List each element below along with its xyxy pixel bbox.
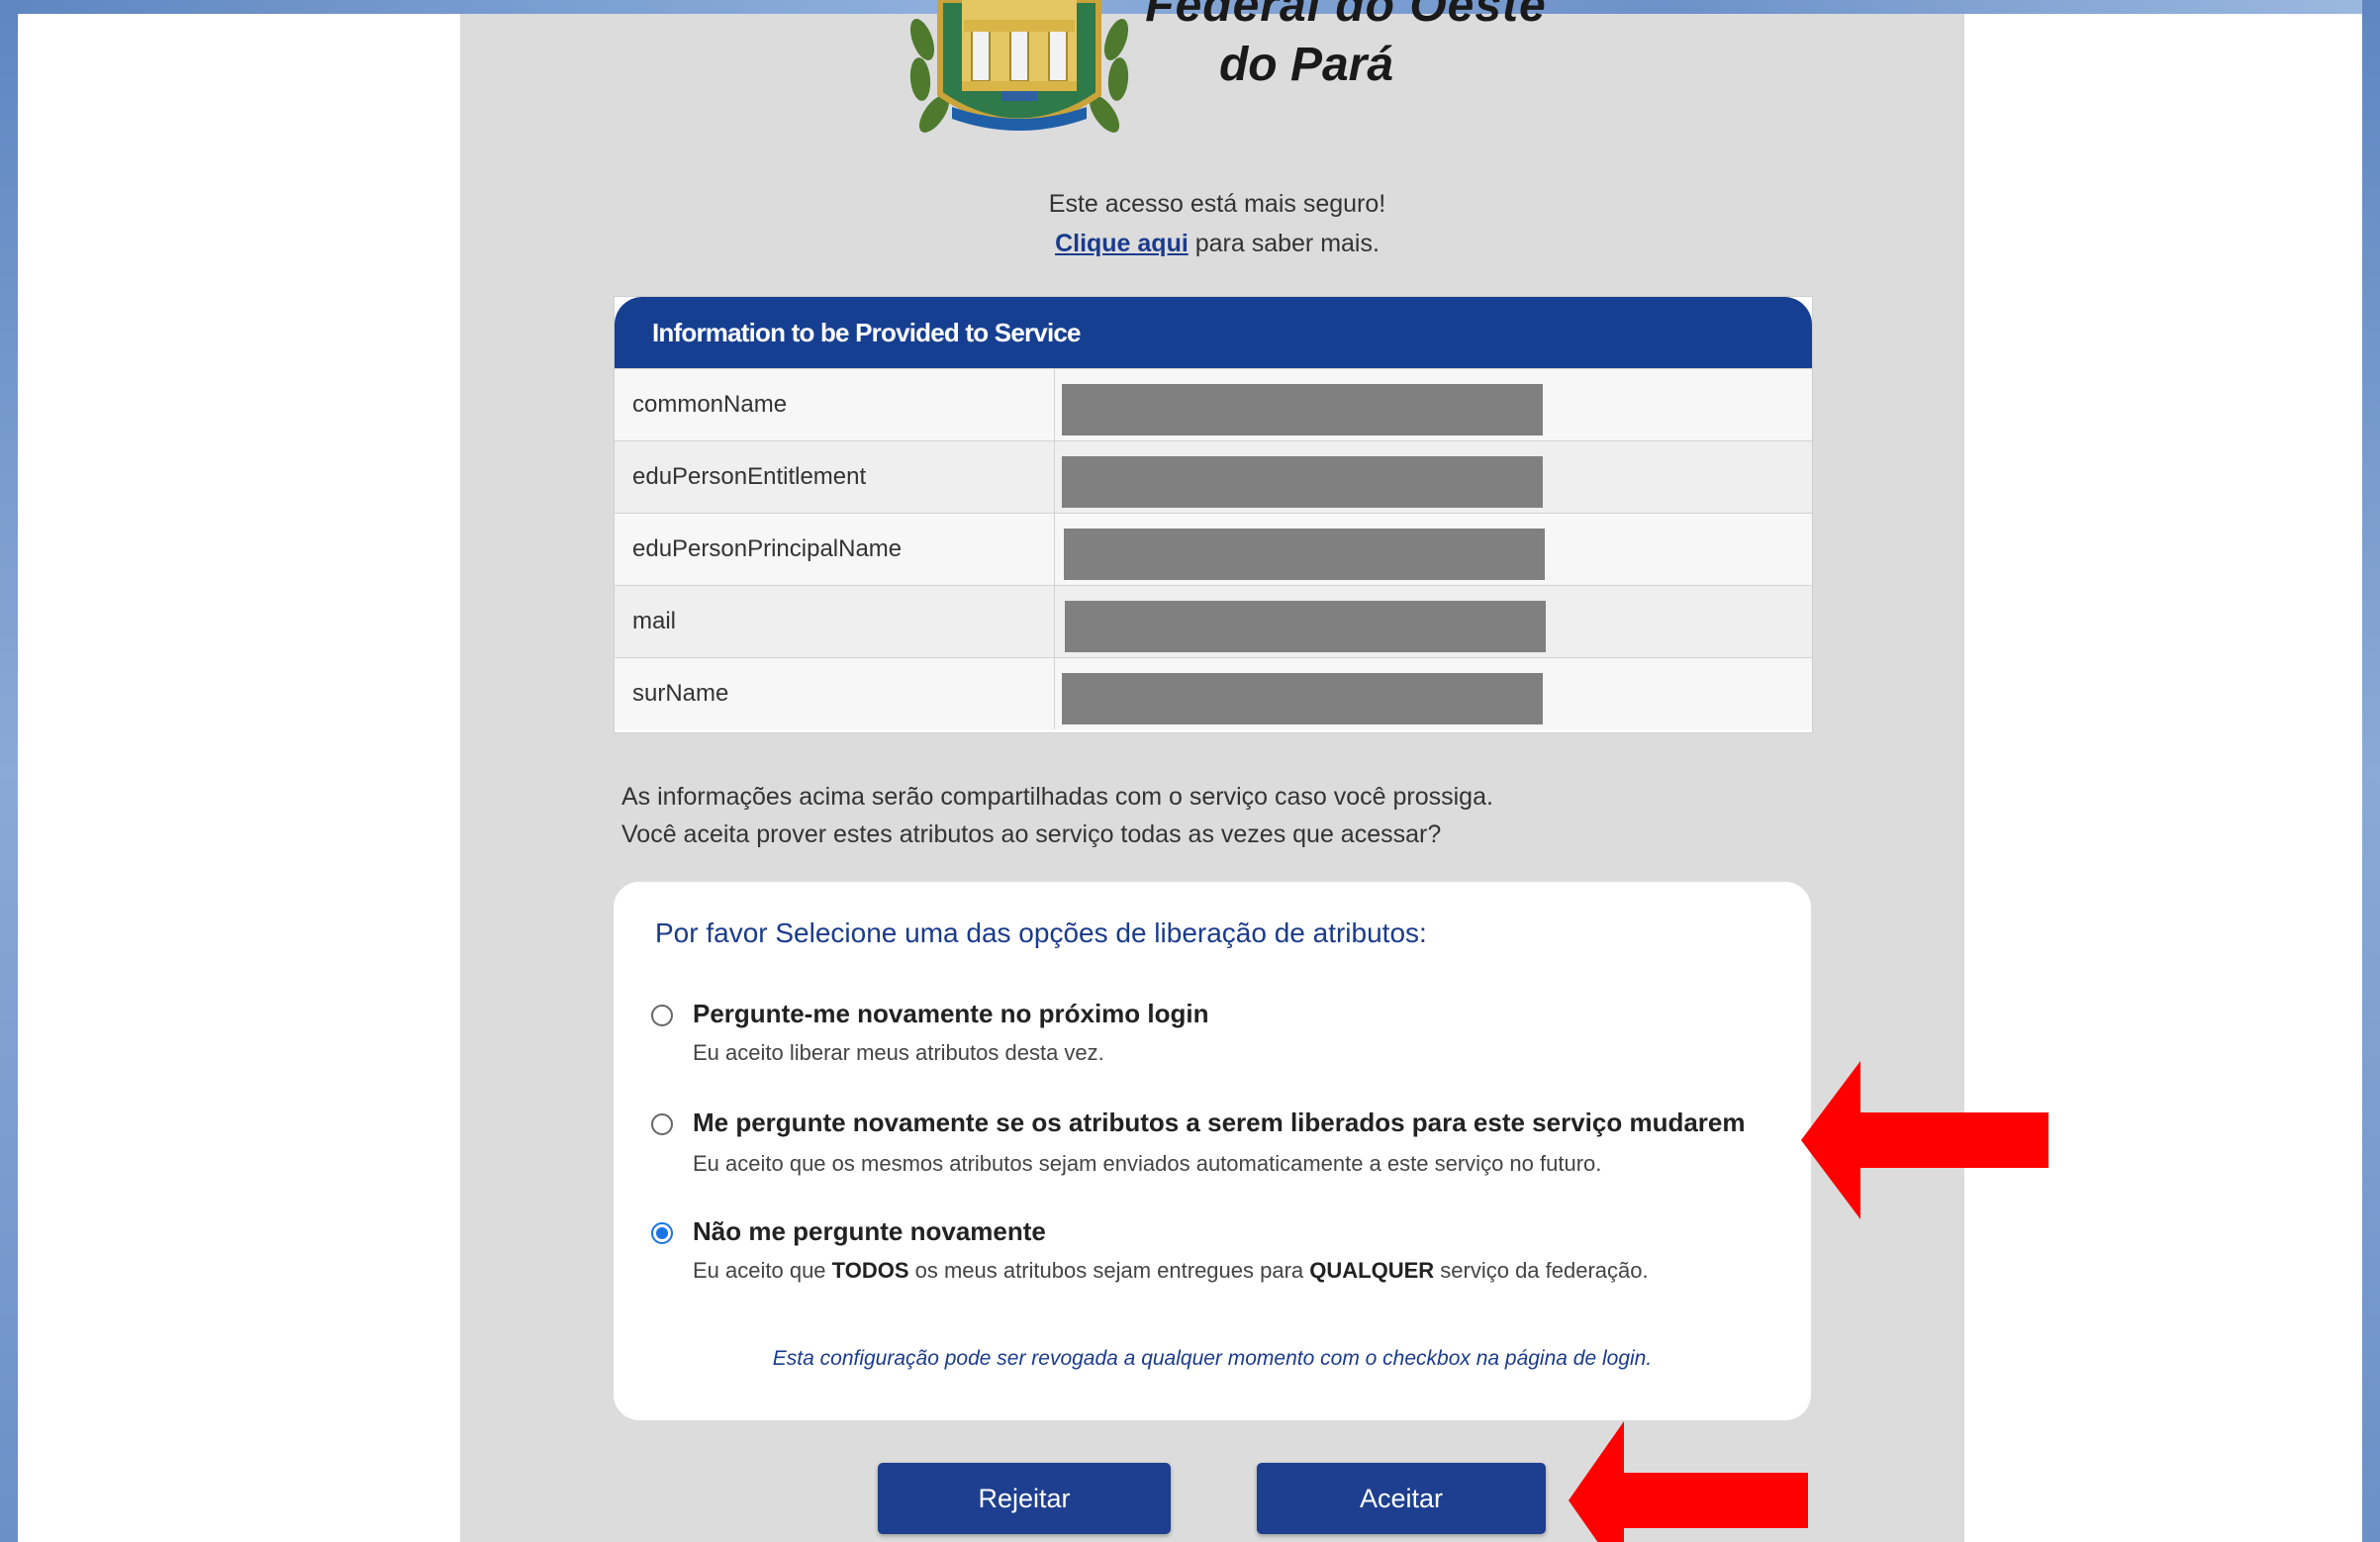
table-row: commonName xyxy=(615,368,1812,440)
option-description: Eu aceito que TODOS os meus atritubos se… xyxy=(693,1258,1649,1284)
table-row: eduPersonPrincipalName xyxy=(615,513,1812,585)
attributes-table-header: Information to be Provided to Service xyxy=(615,297,1812,368)
university-logo xyxy=(909,0,1129,133)
release-options-box: Por favor Selecione uma das opções de li… xyxy=(614,882,1811,1420)
table-row: mail xyxy=(615,585,1812,657)
option-description: Eu aceito que os mesmos atributos sejam … xyxy=(693,1151,1602,1176)
learn-more-link[interactable]: Clique aqui xyxy=(1055,230,1189,257)
option-label[interactable]: Pergunte-me novamente no próximo login xyxy=(693,999,1209,1029)
security-link-line: Clique aqui para saber mais. xyxy=(920,230,1514,258)
desc-bold-any: QUALQUER xyxy=(1309,1258,1435,1283)
sharing-info: As informações acima serão compartilhada… xyxy=(621,778,1710,853)
redacted-attribute-value xyxy=(1065,601,1546,652)
column-divider xyxy=(1054,514,1055,585)
column-divider xyxy=(1054,369,1055,440)
red-arrow-annotation-accept xyxy=(1569,1421,1808,1542)
redacted-attribute-value xyxy=(1062,456,1543,508)
table-row: surName xyxy=(615,657,1812,729)
desc-prefix: Eu aceito que xyxy=(693,1258,832,1283)
attribute-name: mail xyxy=(632,608,677,634)
accept-button[interactable]: Aceitar xyxy=(1257,1463,1546,1534)
radio-ask-next-login[interactable] xyxy=(651,1005,673,1026)
attribute-name: eduPersonEntitlement xyxy=(632,463,867,490)
redacted-attribute-value xyxy=(1062,384,1543,435)
column-divider xyxy=(1054,586,1055,657)
radio-dont-ask-again[interactable] xyxy=(651,1222,673,1244)
table-row: eduPersonEntitlement xyxy=(615,440,1812,513)
redacted-attribute-value xyxy=(1062,673,1543,724)
red-arrow-annotation-options xyxy=(1801,1061,2048,1219)
institution-title-line2: do Pará xyxy=(1218,39,1394,91)
institution-title-line1: Federal do Oeste xyxy=(1145,0,1547,32)
desc-middle: os meus atritubos sejam entregues para xyxy=(908,1258,1310,1283)
attribute-name: commonName xyxy=(632,391,788,418)
desc-bold-all: TODOS xyxy=(831,1258,909,1283)
desktop-background-left xyxy=(0,0,18,1542)
attribute-name: surName xyxy=(632,680,729,707)
attribute-name: eduPersonPrincipalName xyxy=(632,535,903,562)
reject-button[interactable]: Rejeitar xyxy=(878,1463,1171,1534)
learn-more-suffix: para saber mais. xyxy=(1188,230,1380,257)
revocation-note: Esta configuração pode ser revogada a qu… xyxy=(772,1347,1653,1370)
attributes-table: Information to be Provided to Service co… xyxy=(614,296,1813,733)
radio-ask-if-changed[interactable] xyxy=(651,1113,673,1135)
sharing-info-line1: As informações acima serão compartilhada… xyxy=(621,783,1493,811)
option-label[interactable]: Não me pergunte novamente xyxy=(693,1216,1046,1247)
option-label[interactable]: Me pergunte novamente se os atributos a … xyxy=(693,1108,1746,1138)
column-divider xyxy=(1054,658,1055,729)
column-divider xyxy=(1054,441,1055,513)
options-title: Por favor Selecione uma das opções de li… xyxy=(655,917,1427,948)
sharing-info-line2: Você aceita prover estes atributos ao se… xyxy=(621,820,1442,848)
desktop-background-right xyxy=(2362,0,2380,1542)
redacted-attribute-value xyxy=(1064,529,1545,580)
desc-suffix: serviço da federação. xyxy=(1434,1258,1649,1283)
security-message: Este acesso está mais seguro! xyxy=(1048,190,1386,218)
option-description: Eu aceito liberar meus atributos desta v… xyxy=(693,1040,1104,1065)
